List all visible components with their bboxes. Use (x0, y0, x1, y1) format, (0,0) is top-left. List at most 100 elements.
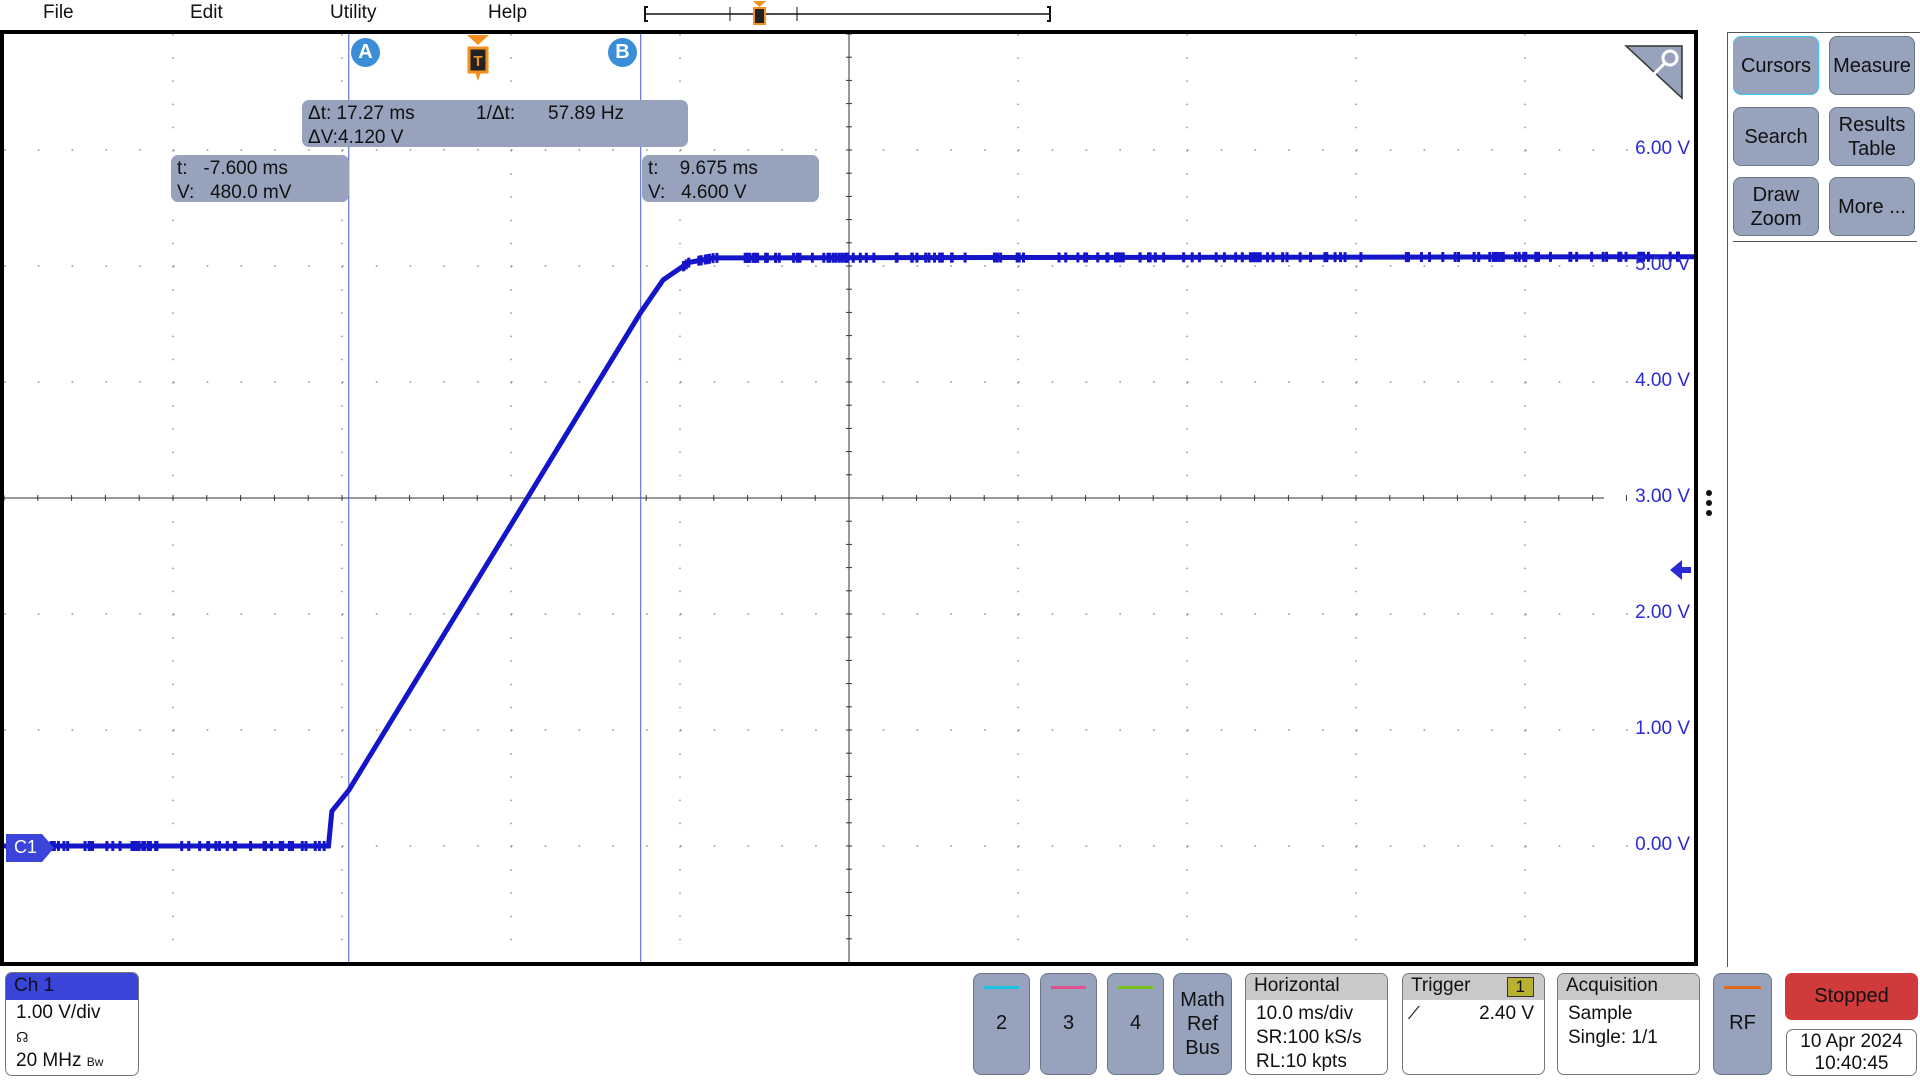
ch1-badge[interactable]: Ch 1 1.00 V/div ☊ 20 MHz Bw (5, 972, 139, 1076)
waveform-noise (777, 252, 781, 263)
waveform-noise (118, 841, 122, 851)
acquisition-badge[interactable]: Acquisition Sample Single: 1/1 (1557, 973, 1700, 1075)
cursor-a-time: t: -7.600 ms (177, 158, 288, 179)
waveform-noise (747, 252, 751, 263)
waveform-noise (831, 252, 835, 263)
y-tick-label: 3.00 V (1635, 486, 1690, 507)
waveform-noise (999, 252, 1003, 263)
waveform-noise (1457, 251, 1461, 262)
waveform-noise (66, 841, 70, 851)
trigger-title: Trigger (1411, 975, 1471, 996)
cursor-b-handle[interactable]: B (608, 38, 637, 67)
waveform-noise (1536, 251, 1540, 262)
waveform-noise (1197, 252, 1201, 263)
cursor-b-voltage: V: 4.600 V (648, 182, 747, 203)
ch4-label: 4 (1129, 1012, 1142, 1034)
more-button[interactable]: More ... (1829, 177, 1915, 236)
y-tick-label: 4.00 V (1635, 370, 1690, 391)
waveform-noise (300, 841, 304, 851)
waveform-noise (1138, 252, 1142, 263)
waveform-noise (1022, 252, 1026, 263)
trigger-position-icon[interactable]: T (465, 34, 491, 82)
trigger-level-arrow-icon[interactable] (1668, 558, 1692, 582)
measure-button[interactable]: Measure (1829, 36, 1915, 95)
y-tick-label: 6.00 V (1635, 138, 1690, 159)
cursors-button[interactable]: Cursors (1733, 36, 1819, 95)
waveform-noise (206, 841, 210, 851)
menu-file[interactable]: File (43, 2, 74, 24)
waveform-noise (1497, 251, 1501, 262)
ch4-button[interactable]: 4 (1107, 973, 1164, 1075)
date-time[interactable]: 10 Apr 2024 10:40:45 (1786, 1029, 1917, 1076)
waveform-noise (858, 252, 862, 263)
probe-icon: ☊ (16, 1029, 29, 1045)
cursor-a-readout: t: -7.600 ms V: 480.0 mV (171, 155, 349, 203)
y-tick-label: 2.00 V (1635, 602, 1690, 623)
waveform-noise (699, 255, 703, 266)
waveform-noise (1514, 251, 1518, 262)
waveform-noise (1343, 252, 1347, 263)
waveform-noise (263, 841, 267, 851)
draw-zoom-button[interactable]: Draw Zoom (1733, 177, 1819, 236)
record-timeline[interactable] (640, 0, 1060, 30)
waveform-noise (915, 252, 919, 263)
waveform-noise (1501, 251, 1505, 262)
menu-help[interactable]: Help (488, 2, 527, 24)
waveform-noise (1248, 252, 1252, 263)
waveform-noise (765, 252, 769, 263)
waveform-noise (198, 841, 202, 851)
record-length: RL:10 kpts (1256, 1051, 1347, 1072)
menu-edit[interactable]: Edit (190, 2, 223, 24)
zoom-icon[interactable] (1624, 44, 1686, 100)
waveform-noise (62, 841, 66, 851)
waveform-noise (1472, 251, 1476, 262)
waveform-noise (851, 252, 855, 263)
waveform-noise (1240, 252, 1244, 263)
more-options-icon[interactable] (1706, 490, 1714, 516)
waveform-noise (1266, 252, 1270, 263)
waveform-noise (1083, 252, 1087, 263)
waveform-noise (1162, 252, 1166, 263)
horizontal-scale: 10.0 ms/div (1256, 1003, 1354, 1024)
waveform-noise (1153, 252, 1157, 263)
waveform-noise (940, 252, 944, 263)
waveform-noise (105, 841, 109, 851)
math-ref-bus-button[interactable]: Math Ref Bus (1173, 973, 1232, 1075)
search-button[interactable]: Search (1733, 107, 1819, 166)
ch2-button[interactable]: 2 (973, 973, 1030, 1075)
waveform-noise (1253, 252, 1257, 263)
waveform-noise (1285, 252, 1289, 263)
time: 10:40:45 (1814, 1053, 1889, 1074)
ch2-color-bar (984, 986, 1019, 989)
cursor-a-handle[interactable]: A (351, 38, 380, 67)
waveform-noise (137, 841, 141, 851)
waveform-noise (180, 841, 184, 851)
cursor-a-voltage: V: 480.0 mV (177, 182, 292, 203)
run-stop-status[interactable]: Stopped (1785, 973, 1918, 1020)
waveform-noise (87, 841, 91, 851)
cursor-b-time: t: 9.675 ms (648, 158, 758, 179)
waveform-noise (1488, 251, 1492, 262)
acquisition-mode: Sample (1568, 1003, 1633, 1024)
waveform-noise (834, 252, 838, 263)
waveform-noise (143, 841, 147, 851)
horizontal-badge[interactable]: Horizontal 10.0 ms/div SR:100 kS/s RL:10 kp… (1245, 973, 1388, 1075)
rf-color-bar (1724, 986, 1761, 989)
waveform-noise (682, 260, 686, 271)
svg-text:T: T (473, 53, 482, 70)
trigger-badge[interactable]: Trigger 1 ∕ 2.40 V (1402, 973, 1545, 1075)
sample-rate: SR:100 kS/s (1256, 1027, 1362, 1048)
waveform-noise (225, 841, 229, 851)
rf-button[interactable]: RF (1713, 973, 1772, 1075)
waveform-noise (1146, 252, 1150, 263)
waveform-noise (1256, 252, 1260, 263)
ch3-button[interactable]: 3 (1040, 973, 1097, 1075)
waveform-noise (792, 252, 796, 263)
waveform-noise (1517, 251, 1521, 262)
timeline-trigger-icon (753, 1, 766, 25)
waveform-noise (1339, 252, 1343, 263)
waveform-noise (1234, 252, 1238, 263)
menu-utility[interactable]: Utility (330, 2, 376, 24)
waveform-noise (304, 841, 308, 851)
results-table-button[interactable]: Results Table (1829, 107, 1915, 166)
